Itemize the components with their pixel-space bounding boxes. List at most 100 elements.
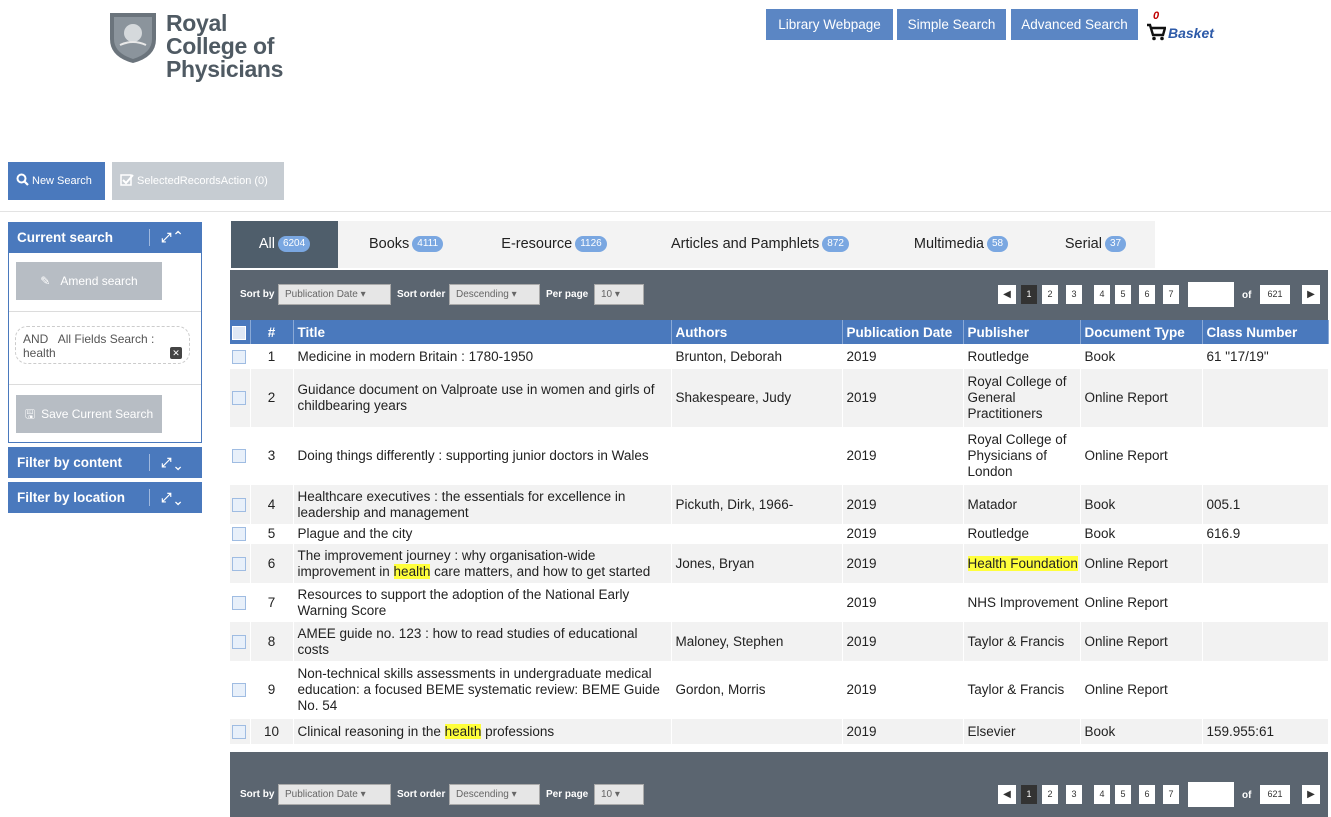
nav-simple-search[interactable]: Simple Search	[897, 9, 1006, 40]
previous-page-icon[interactable]: ◀	[998, 285, 1016, 304]
record-title[interactable]: Guidance document on Valproate use in wo…	[293, 369, 672, 427]
page-3[interactable]: 3	[1066, 785, 1082, 804]
count-badge: 6204	[277, 236, 311, 253]
amend-search-label: Amend search	[60, 274, 138, 288]
tab-all[interactable]: All 6204	[231, 221, 338, 268]
table-row[interactable]: 7 Resources to support the adoption of th…	[230, 583, 1329, 622]
column-authors[interactable]: Authors	[671, 320, 843, 344]
current-search-header[interactable]: Current search ⤢ ⌃	[8, 222, 202, 253]
row-checkbox[interactable]	[230, 544, 251, 583]
row-checkbox[interactable]	[230, 524, 251, 544]
page-2[interactable]: 2	[1042, 785, 1058, 804]
row-checkbox[interactable]	[230, 427, 251, 485]
crest-icon	[110, 13, 156, 63]
page-7[interactable]: 7	[1163, 785, 1179, 804]
sort-by-select[interactable]: Publication Date ▾	[278, 784, 391, 805]
remove-criterion-icon[interactable]: ✕	[170, 347, 182, 359]
row-checkbox[interactable]	[230, 583, 251, 622]
table-row[interactable]: 9 Non-technical skills assessments in und…	[230, 661, 1329, 719]
page-1[interactable]: 1	[1021, 785, 1037, 804]
record-title[interactable]: Medicine in modern Britain : 1780-1950	[293, 344, 672, 369]
record-title[interactable]: Plague and the city	[293, 524, 672, 544]
nav-library-webpage[interactable]: Library Webpage	[766, 9, 893, 40]
page-2[interactable]: 2	[1042, 285, 1058, 304]
select-all-checkbox[interactable]	[230, 320, 251, 344]
row-checkbox[interactable]	[230, 344, 251, 369]
page-4[interactable]: 4	[1094, 785, 1110, 804]
selected-records-button[interactable]: SelectedRecordsAction (0)	[112, 162, 284, 200]
column-publisher[interactable]: Publisher	[963, 320, 1081, 344]
record-title[interactable]: Non-technical skills assessments in unde…	[293, 661, 672, 719]
tab-books[interactable]: Books 4111	[338, 221, 474, 268]
tab-articles-pamphlets[interactable]: Articles and Pamphlets 872	[634, 221, 886, 268]
page-5[interactable]: 5	[1115, 785, 1131, 804]
page-6[interactable]: 6	[1139, 285, 1155, 304]
cart-icon[interactable]	[1146, 23, 1166, 41]
record-title[interactable]: AMEE guide no. 123 : how to read studies…	[293, 622, 672, 661]
row-checkbox[interactable]	[230, 661, 251, 719]
table-row[interactable]: 4 Healthcare executives : the essentials …	[230, 485, 1329, 524]
page-3[interactable]: 3	[1066, 285, 1082, 304]
table-row[interactable]: 1 Medicine in modern Britain : 1780-1950 B…	[230, 344, 1329, 369]
page-4[interactable]: 4	[1094, 285, 1110, 304]
record-publication-date: 2019	[842, 369, 964, 427]
record-title[interactable]: Clinical reasoning in the health profess…	[293, 719, 672, 744]
row-checkbox[interactable]	[230, 719, 251, 744]
previous-page-icon[interactable]: ◀	[998, 785, 1016, 804]
next-page-icon[interactable]: ▶	[1302, 785, 1320, 804]
record-publication-date: 2019	[842, 622, 964, 661]
column-number: #	[250, 320, 294, 344]
expand-collapse-icon[interactable]: ⤢ ⌄	[161, 482, 181, 513]
new-search-button[interactable]: New Search	[8, 162, 105, 200]
tab-serial[interactable]: Serial 37	[1036, 221, 1155, 268]
search-highlight: health	[444, 723, 482, 739]
table-row[interactable]: 3 Doing things differently : supporting j…	[230, 427, 1329, 485]
expand-collapse-icon[interactable]: ⤢ ⌄	[161, 447, 181, 478]
save-icon: 🖫	[24, 407, 36, 421]
amend-search-button[interactable]: ✎ Amend search	[16, 262, 162, 300]
page-number-input[interactable]	[1188, 282, 1234, 307]
row-checkbox[interactable]	[230, 369, 251, 427]
page-1[interactable]: 1	[1021, 285, 1037, 304]
column-publication-date[interactable]: Publication Date	[842, 320, 964, 344]
row-checkbox[interactable]	[230, 622, 251, 661]
record-publisher: Royal College of General Practitioners	[963, 369, 1081, 427]
page-7[interactable]: 7	[1163, 285, 1179, 304]
rcp-logo[interactable]: Royal College of Physicians	[106, 9, 306, 81]
sort-order-select[interactable]: Descending ▾	[449, 284, 540, 305]
tab-e-resource[interactable]: E-resource 1126	[474, 221, 634, 268]
column-title[interactable]: Title	[293, 320, 672, 344]
table-row[interactable]: 8 AMEE guide no. 123 : how to read studie…	[230, 622, 1329, 661]
record-title[interactable]: Resources to support the adoption of the…	[293, 583, 672, 622]
table-row[interactable]: 2 Guidance document on Valproate use in w…	[230, 369, 1329, 427]
filter-content-header[interactable]: Filter by content ⤢ ⌄	[8, 447, 202, 478]
nav-advanced-search[interactable]: Advanced Search	[1011, 9, 1138, 40]
table-row[interactable]: 6 The improvement journey : why organisat…	[230, 544, 1329, 583]
record-document-type: Book	[1080, 344, 1203, 369]
record-publisher: Health Foundation	[963, 544, 1081, 583]
page-5[interactable]: 5	[1115, 285, 1131, 304]
record-title[interactable]: Doing things differently : supporting ju…	[293, 427, 672, 485]
tab-multimedia[interactable]: Multimedia 58	[886, 221, 1036, 268]
page-6[interactable]: 6	[1139, 785, 1155, 804]
next-page-icon[interactable]: ▶	[1302, 285, 1320, 304]
save-current-search-button[interactable]: 🖫 Save Current Search	[16, 395, 162, 433]
logo-text: Royal College of Physicians	[166, 10, 284, 82]
record-title[interactable]: The improvement journey : why organisati…	[293, 544, 672, 583]
record-title[interactable]: Healthcare executives : the essentials f…	[293, 485, 672, 524]
filter-location-header[interactable]: Filter by location ⤢ ⌄	[8, 482, 202, 513]
column-class-number[interactable]: Class Number	[1202, 320, 1329, 344]
per-page-select[interactable]: 10 ▾	[594, 284, 644, 305]
record-document-type: Book	[1080, 485, 1203, 524]
per-page-select[interactable]: 10 ▾	[594, 784, 644, 805]
record-publication-date: 2019	[842, 544, 964, 583]
row-checkbox[interactable]	[230, 485, 251, 524]
column-document-type[interactable]: Document Type	[1080, 320, 1203, 344]
table-row[interactable]: 5 Plague and the city 2019 Routledge Book 616…	[230, 524, 1329, 544]
sort-order-select[interactable]: Descending ▾	[449, 784, 540, 805]
page-number-input[interactable]	[1188, 782, 1234, 807]
expand-collapse-icon[interactable]: ⤢ ⌃	[161, 222, 181, 253]
table-row[interactable]: 10 Clinical reasoning in the health profe…	[230, 719, 1329, 744]
sort-by-select[interactable]: Publication Date ▾	[278, 284, 391, 305]
basket-link[interactable]: Basket	[1168, 25, 1214, 41]
